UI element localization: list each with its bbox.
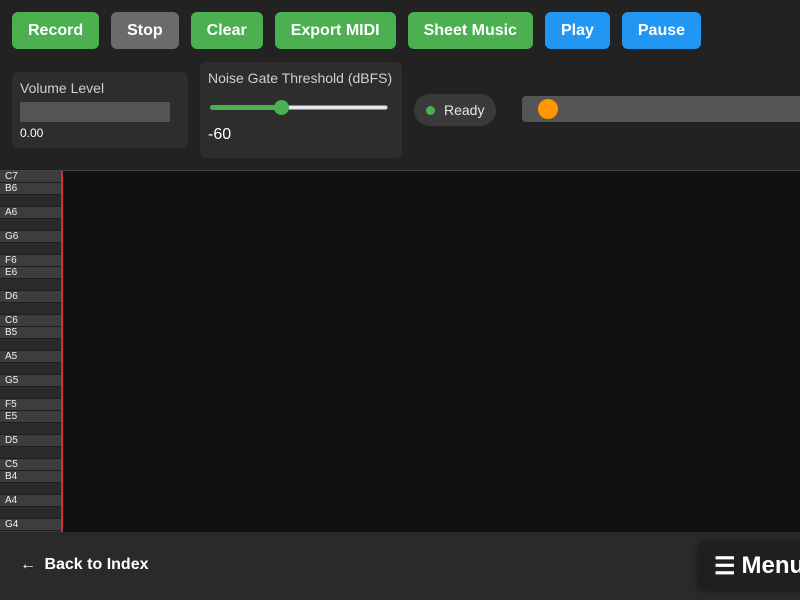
piano-key-a5[interactable]: A5 xyxy=(0,351,61,363)
piano-key-black[interactable] xyxy=(0,507,61,519)
play-button[interactable]: Play xyxy=(544,12,610,49)
piano-key-g5[interactable]: G5 xyxy=(0,375,61,387)
piano-key-e6[interactable]: E6 xyxy=(0,267,61,279)
piano-key-a4[interactable]: A4 xyxy=(0,495,61,507)
status-badge: Ready xyxy=(414,94,496,126)
piano-key-black[interactable] xyxy=(0,219,61,231)
volume-label: Volume Level xyxy=(20,80,105,96)
piano-keyboard: C7 B6 A6 G6 F6 E6 D6 C6 B5 A5 G5 F5 E5 D5 C5 B4 A4 G4 xyxy=(0,171,61,532)
piano-key-black[interactable] xyxy=(0,279,61,291)
piano-key-black[interactable] xyxy=(0,423,61,435)
piano-key-black[interactable] xyxy=(0,339,61,351)
piano-key-d5[interactable]: D5 xyxy=(0,435,61,447)
piano-key-a6[interactable]: A6 xyxy=(0,207,61,219)
piano-key-black[interactable] xyxy=(0,363,61,375)
stop-button[interactable]: Stop xyxy=(111,12,179,49)
export-midi-button[interactable]: Export MIDI xyxy=(274,12,396,49)
back-to-index-link[interactable]: ← Back to Index xyxy=(20,556,148,574)
toolbar: Record Stop Clear Export MIDI Sheet Musi… xyxy=(12,12,702,50)
record-button[interactable]: Record xyxy=(12,12,100,49)
seek-thumb[interactable] xyxy=(538,99,558,119)
piano-key-f5[interactable]: F5 xyxy=(0,399,61,411)
piano-key-f6[interactable]: F6 xyxy=(0,255,61,267)
piano-key-black[interactable] xyxy=(0,303,61,315)
piano-key-c6[interactable]: C6 xyxy=(0,315,61,327)
hamburger-icon: ☰ xyxy=(714,552,736,580)
noise-gate-label: Noise Gate Threshold (dBFS) xyxy=(208,70,393,86)
back-link-label: Back to Index xyxy=(44,556,149,573)
piano-roll: C7 B6 A6 G6 F6 E6 D6 C6 B5 A5 G5 F5 E5 D5 C5 B4 A4 G4 xyxy=(0,170,800,532)
noise-gate-panel: Noise Gate Threshold (dBFS) -60 xyxy=(200,62,402,158)
piano-roll-grid[interactable] xyxy=(63,171,800,532)
piano-key-b4[interactable]: B4 xyxy=(0,471,61,483)
app-window: Record Stop Clear Export MIDI Sheet Musi… xyxy=(0,0,800,600)
piano-key-black[interactable] xyxy=(0,195,61,207)
piano-key-b5[interactable]: B5 xyxy=(0,327,61,339)
piano-key-c7[interactable]: C7 xyxy=(0,171,61,183)
menu-label: Menu xyxy=(741,552,800,579)
noise-gate-track-fill xyxy=(210,105,282,110)
piano-key-c5[interactable]: C5 xyxy=(0,459,61,471)
noise-gate-slider[interactable] xyxy=(208,100,390,116)
piano-key-g4[interactable]: G4 xyxy=(0,519,61,531)
noise-gate-thumb[interactable] xyxy=(274,100,290,115)
piano-key-e5[interactable]: E5 xyxy=(0,411,61,423)
seek-slider[interactable] xyxy=(522,96,800,122)
volume-panel: Volume Level 0.00 xyxy=(12,72,188,148)
sheet-music-button[interactable]: Sheet Music xyxy=(407,12,533,49)
piano-key-black[interactable] xyxy=(0,447,61,459)
piano-key-g6[interactable]: G6 xyxy=(0,231,61,243)
piano-key-black[interactable] xyxy=(0,243,61,255)
back-arrow-icon: ← xyxy=(20,556,36,573)
volume-meter xyxy=(20,102,170,122)
status-dot-icon xyxy=(426,105,435,115)
menu-button[interactable]: ☰ Menu xyxy=(698,542,800,590)
noise-gate-value: -60 xyxy=(208,126,232,143)
piano-key-d6[interactable]: D6 xyxy=(0,291,61,303)
piano-key-b6[interactable]: B6 xyxy=(0,183,61,195)
volume-value: 0.00 xyxy=(20,126,44,140)
clear-button[interactable]: Clear xyxy=(190,12,263,49)
piano-key-black[interactable] xyxy=(0,483,61,495)
status-text: Ready xyxy=(444,102,485,118)
pause-button[interactable]: Pause xyxy=(621,12,702,49)
footer: ← Back to Index ☰ Menu xyxy=(0,532,800,600)
piano-key-black[interactable] xyxy=(0,387,61,399)
